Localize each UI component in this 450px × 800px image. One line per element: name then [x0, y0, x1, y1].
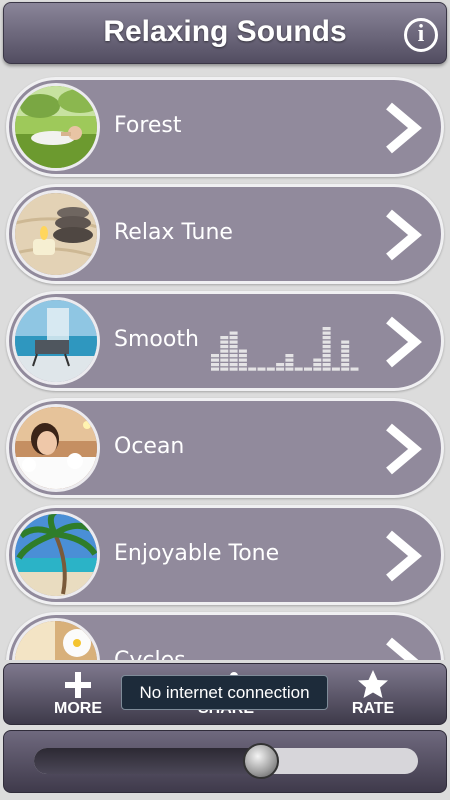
chevron-right-icon	[386, 530, 422, 582]
sound-label: Enjoyable Tone	[114, 541, 280, 566]
more-label: MORE	[54, 700, 102, 717]
palm-beach-thumb	[12, 511, 100, 599]
chevron-right-icon	[386, 637, 419, 660]
equalizer-icon	[211, 327, 359, 371]
chevron-right-icon	[386, 316, 422, 368]
rate-button[interactable]: RATE	[333, 668, 413, 724]
sound-label: Cycles	[114, 648, 186, 660]
chevron-right-icon	[386, 102, 422, 154]
sound-label: Smooth	[114, 327, 199, 352]
chevron-right-icon	[386, 423, 422, 475]
rate-label: RATE	[351, 700, 395, 717]
sound-item-relax-tune[interactable]: Relax Tune	[6, 184, 444, 284]
sound-label: Relax Tune	[114, 220, 233, 245]
more-button[interactable]: MORE	[38, 668, 118, 724]
forest-thumb	[12, 83, 100, 171]
toast-message: No internet connection	[121, 675, 328, 710]
beach-chair-thumb	[12, 297, 100, 385]
flower-thumb	[12, 618, 100, 660]
volume-bar	[3, 730, 447, 793]
sound-item-ocean[interactable]: Ocean	[6, 398, 444, 498]
sound-item-forest[interactable]: Forest	[6, 77, 444, 177]
app-title: Relaxing Sounds	[103, 15, 347, 48]
sound-item-enjoyable-tone[interactable]: Enjoyable Tone	[6, 505, 444, 605]
candle-stones-thumb	[12, 190, 100, 278]
chevron-right-icon	[386, 209, 422, 261]
bath-thumb	[12, 404, 100, 492]
star-icon	[358, 670, 388, 698]
sound-list: Forest Relax Tune Smooth Ocean Enjoyable…	[0, 70, 450, 660]
sound-label: Forest	[114, 113, 182, 138]
sound-label: Ocean	[114, 434, 185, 459]
app-header: Relaxing Sounds i	[3, 2, 447, 64]
volume-slider[interactable]	[34, 743, 418, 779]
info-icon[interactable]: i	[404, 18, 438, 52]
sound-item-cycles[interactable]: Cycles	[6, 612, 444, 660]
volume-knob[interactable]	[242, 743, 279, 779]
sound-item-smooth[interactable]: Smooth	[6, 291, 444, 391]
plus-icon	[65, 672, 91, 698]
volume-fill	[34, 748, 261, 774]
